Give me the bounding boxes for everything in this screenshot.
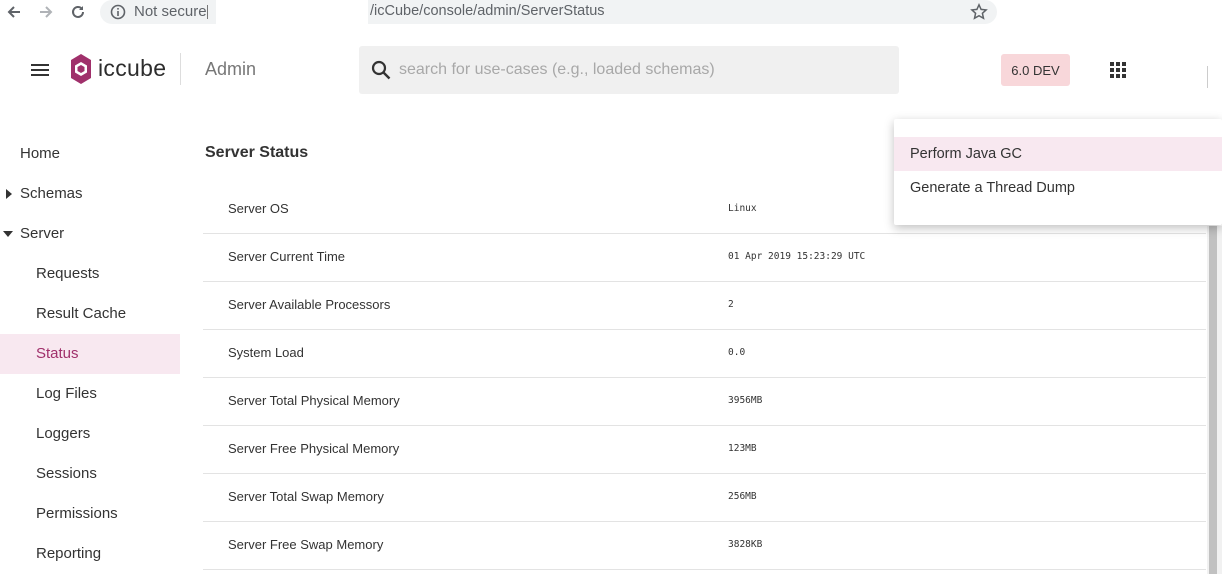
status-value: 0.0 [728, 347, 746, 358]
page-title: Server Status [205, 144, 309, 161]
status-key: Server Free Physical Memory [228, 441, 400, 456]
menu-item-generate-thread-dump[interactable]: Generate a Thread Dump [894, 171, 1222, 205]
menu-item-label: Generate a Thread Dump [910, 180, 1075, 196]
caret-down-icon [3, 231, 13, 237]
table-row: Server Total Swap Memory 256MB [203, 474, 1206, 522]
table-row: Server Total Physical Memory 3956MB [203, 378, 1206, 426]
table-row: Server Free Swap Memory 3828KB [203, 522, 1206, 570]
sidebar-item-loggers[interactable]: Loggers [0, 414, 180, 454]
menu-item-label: Perform Java GC [910, 146, 1022, 162]
status-value: 123MB [728, 443, 757, 454]
sidebar-item-label: Loggers [36, 425, 91, 442]
sidebar-item-label: Requests [36, 265, 100, 282]
star-icon[interactable] [970, 3, 988, 21]
table-row: Server Available Processors 2 [203, 282, 1206, 330]
actions-menu: Perform Java GC Generate a Thread Dump [894, 119, 1222, 225]
status-key: Server Total Swap Memory [228, 489, 384, 504]
logo-icon [71, 54, 91, 84]
sidebar-item-server[interactable]: Server [0, 214, 180, 254]
version-badge[interactable]: 6.0 DEV [1001, 54, 1070, 86]
status-value: 256MB [728, 491, 757, 502]
url-separator [207, 5, 208, 19]
status-key: Server Free Swap Memory [228, 537, 384, 552]
sidebar: Home Schemas Server Requests Result Cach… [0, 134, 180, 574]
redacted-host [216, 0, 368, 24]
status-key: Server Available Processors [228, 297, 391, 312]
status-key: Server OS [228, 201, 289, 216]
url-text[interactable]: /icCube/console/admin/ServerStatus [370, 3, 605, 19]
reload-button[interactable] [67, 1, 89, 23]
security-label[interactable]: Not secure [134, 3, 207, 20]
search-box[interactable] [359, 46, 899, 94]
status-value: 2 [728, 299, 734, 310]
caret-right-icon [6, 189, 12, 199]
sidebar-item-log-files[interactable]: Log Files [0, 374, 180, 414]
sidebar-item-permissions[interactable]: Permissions [0, 494, 180, 534]
table-row: System Load 0.0 [203, 330, 1206, 378]
sidebar-item-label: Schemas [20, 185, 83, 202]
menu-icon[interactable] [30, 62, 50, 78]
sidebar-item-schemas[interactable]: Schemas [0, 174, 180, 214]
table-row: Server Current Time 01 Apr 2019 15:23:29… [203, 234, 1206, 282]
menu-item-perform-java-gc[interactable]: Perform Java GC [894, 137, 1222, 171]
sidebar-item-result-cache[interactable]: Result Cache [0, 294, 180, 334]
sidebar-item-label: Status [36, 345, 79, 362]
sidebar-item-reporting[interactable]: Reporting [0, 534, 180, 574]
sidebar-item-label: Permissions [36, 505, 118, 522]
status-key: Server Total Physical Memory [228, 393, 400, 408]
scrollbar-thumb[interactable] [1209, 226, 1217, 574]
sidebar-item-requests[interactable]: Requests [0, 254, 180, 294]
address-bar[interactable]: Not secure /icCube/console/admin/ServerS… [100, 0, 997, 24]
sidebar-item-home[interactable]: Home [0, 134, 180, 174]
apps-grid-icon[interactable] [1110, 62, 1126, 78]
header-edge-divider [1207, 66, 1208, 88]
sidebar-item-label: Sessions [36, 465, 97, 482]
sidebar-item-label: Result Cache [36, 305, 127, 322]
forward-button[interactable] [35, 1, 57, 23]
status-table: Server OS Linux Server Current Time 01 A… [203, 186, 1206, 570]
reload-icon [72, 5, 84, 18]
status-value: 3956MB [728, 395, 763, 406]
sidebar-item-status[interactable]: Status [0, 334, 180, 374]
status-key: Server Current Time [228, 249, 346, 264]
sidebar-item-label: Reporting [36, 545, 102, 562]
sidebar-item-sessions[interactable]: Sessions [0, 454, 180, 494]
table-row: Server Free Physical Memory 123MB [203, 426, 1206, 474]
sidebar-item-label: Server [20, 225, 65, 242]
page-section-title: Admin [205, 59, 257, 79]
back-button[interactable] [3, 1, 25, 23]
arrow-right-icon [40, 6, 53, 18]
sidebar-item-label: Log Files [36, 385, 97, 402]
status-value: Linux [728, 203, 757, 214]
status-value: 3828KB [728, 539, 763, 550]
brand-name: iccube [98, 55, 167, 81]
status-value: 01 Apr 2019 15:23:29 UTC [728, 251, 866, 262]
search-icon [371, 60, 391, 80]
browser-toolbar: Not secure /icCube/console/admin/ServerS… [0, 0, 1222, 24]
header-divider [180, 53, 181, 85]
status-key: System Load [228, 345, 304, 360]
arrow-left-icon [7, 6, 20, 18]
info-icon[interactable] [110, 4, 126, 20]
search-input[interactable] [399, 58, 879, 82]
sidebar-item-label: Home [20, 145, 61, 162]
